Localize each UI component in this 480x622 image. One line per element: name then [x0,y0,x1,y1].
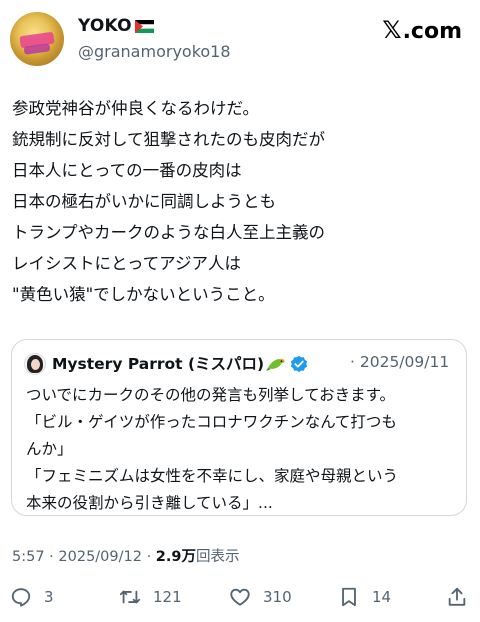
repost-count: 121 [153,588,182,606]
tweet-line: レイシストにとってアジア人は [12,254,242,273]
bookmark-count: 14 [372,588,392,606]
tweet-line: トランプやカークのような白人至上主義の [12,223,326,242]
quote-line: ついでにカークのその他の発言も列挙しておきます。 [26,386,396,404]
share-icon [448,587,466,606]
tweet-line: 日本の極右がいかに同調しようとも [12,192,276,211]
heart-icon [230,588,250,606]
avatar[interactable] [10,12,64,66]
quote-date[interactable]: · 2025/09/11 [350,353,449,371]
bookmark-icon [342,587,356,607]
palestine-flag-icon [134,20,154,33]
display-name[interactable]: YOKO [78,16,154,36]
tweet-text: 参政党神谷が仲良くなるわけだ。 銃規制に反対して狙撃されたのも皮肉だが 日本人に… [12,93,472,310]
tweet-line: 日本人にとっての一番の皮肉は [12,161,242,180]
like-button[interactable]: 310 [229,583,292,611]
reply-count: 3 [44,588,54,606]
like-count: 310 [263,588,292,606]
quote-tweet-card[interactable]: Mystery Parrot (ミスパロ) · 2025/09/11 ついでにカ… [11,339,467,516]
bookmark-button[interactable]: 14 [338,583,391,611]
tweet-metadata: 5:57 · 2025/09/12 · 2.9万回表示 [12,545,239,566]
reply-icon [11,588,31,607]
quote-line: 「ビル・ゲイツが作ったコロナワクチンなんて打つも [26,413,397,431]
quote-line: 本来の役割から引き離している」... [26,494,273,512]
quote-line: んか」 [26,440,73,458]
tweet-line: 参政党神谷が仲良くなるわけだ。 [12,99,260,118]
quote-avatar[interactable] [24,353,46,375]
quote-line: 「フェミニズムは女性を不幸にし、家庭や母親という [26,467,399,485]
display-name-text: YOKO [78,16,132,36]
quote-text: ついでにカークのその他の発言も列挙しておきます。 「ビル・ゲイツが作ったコロナワ… [26,382,458,517]
tweet-line: 銃規制に反対して狙撃されたのも皮肉だが [12,130,326,149]
repost-icon [119,590,141,604]
user-handle[interactable]: @granamoryoko18 [78,42,231,61]
action-bar: 3 121 310 14 [0,583,480,613]
quote-author-name[interactable]: Mystery Parrot (ミスパロ) [52,352,308,374]
view-count: 2.9万 [155,549,196,565]
quote-avatar-face [31,359,40,370]
tweet-line: "黄色い猿"でしかないということ。 [12,285,275,304]
view-count-label: 回表示 [195,549,240,565]
site-brand-text: .com [402,19,462,44]
repost-button[interactable]: 121 [119,583,182,611]
verified-badge-icon [291,355,308,373]
site-brand: 𝕏.com [382,16,462,44]
parrot-emoji-icon [266,358,286,371]
reply-button[interactable]: 3 [10,583,54,611]
quote-author-name-text: Mystery Parrot (ミスパロ) [52,355,265,373]
share-button[interactable] [446,583,480,611]
post-timestamp[interactable]: 5:57 · 2025/09/12 · [12,549,156,565]
x-logo-icon: 𝕏 [382,16,402,44]
